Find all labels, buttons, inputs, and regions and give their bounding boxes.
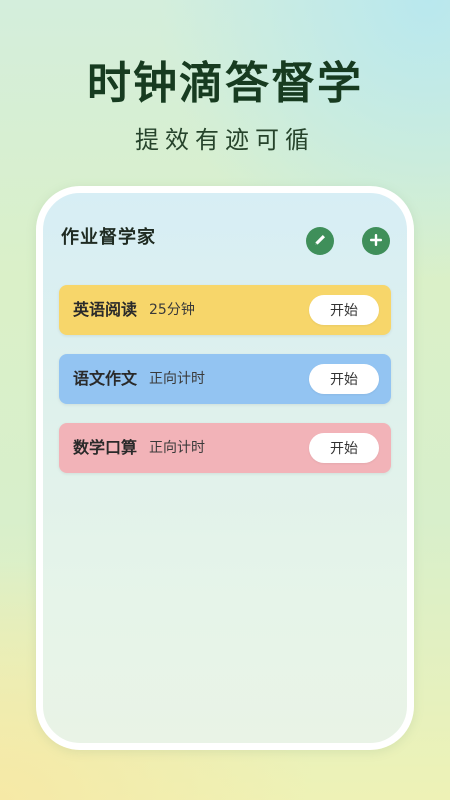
task-name: 数学口算	[73, 438, 138, 457]
task-card-chinese[interactable]: 语文作文 正向计时 开始	[59, 354, 391, 404]
task-mode: 25分钟	[149, 302, 195, 318]
task-card-math[interactable]: 数学口算 正向计时 开始	[59, 423, 391, 473]
task-card-english[interactable]: 英语阅读 25分钟 开始	[59, 285, 391, 335]
edit-button[interactable]	[306, 227, 334, 255]
app-title: 作业督学家	[61, 227, 156, 248]
add-task-button[interactable]	[362, 227, 390, 255]
task-name: 语文作文	[73, 369, 138, 388]
start-button[interactable]: 开始	[309, 295, 379, 325]
start-button[interactable]: 开始	[309, 433, 379, 463]
phone-screen: 作业督学家 英语阅读 25分钟 开始 语文作文 正向计时 开始 数学口算 正向计…	[36, 186, 414, 750]
task-mode: 正向计时	[149, 371, 206, 387]
start-button[interactable]: 开始	[309, 364, 379, 394]
task-name: 英语阅读	[73, 300, 138, 319]
hero-title: 时钟滴答督学	[87, 58, 363, 109]
pencil-icon	[313, 232, 327, 251]
hero-subtitle: 提效有迹可循	[135, 126, 315, 154]
plus-icon	[369, 232, 383, 251]
task-mode: 正向计时	[149, 440, 206, 456]
